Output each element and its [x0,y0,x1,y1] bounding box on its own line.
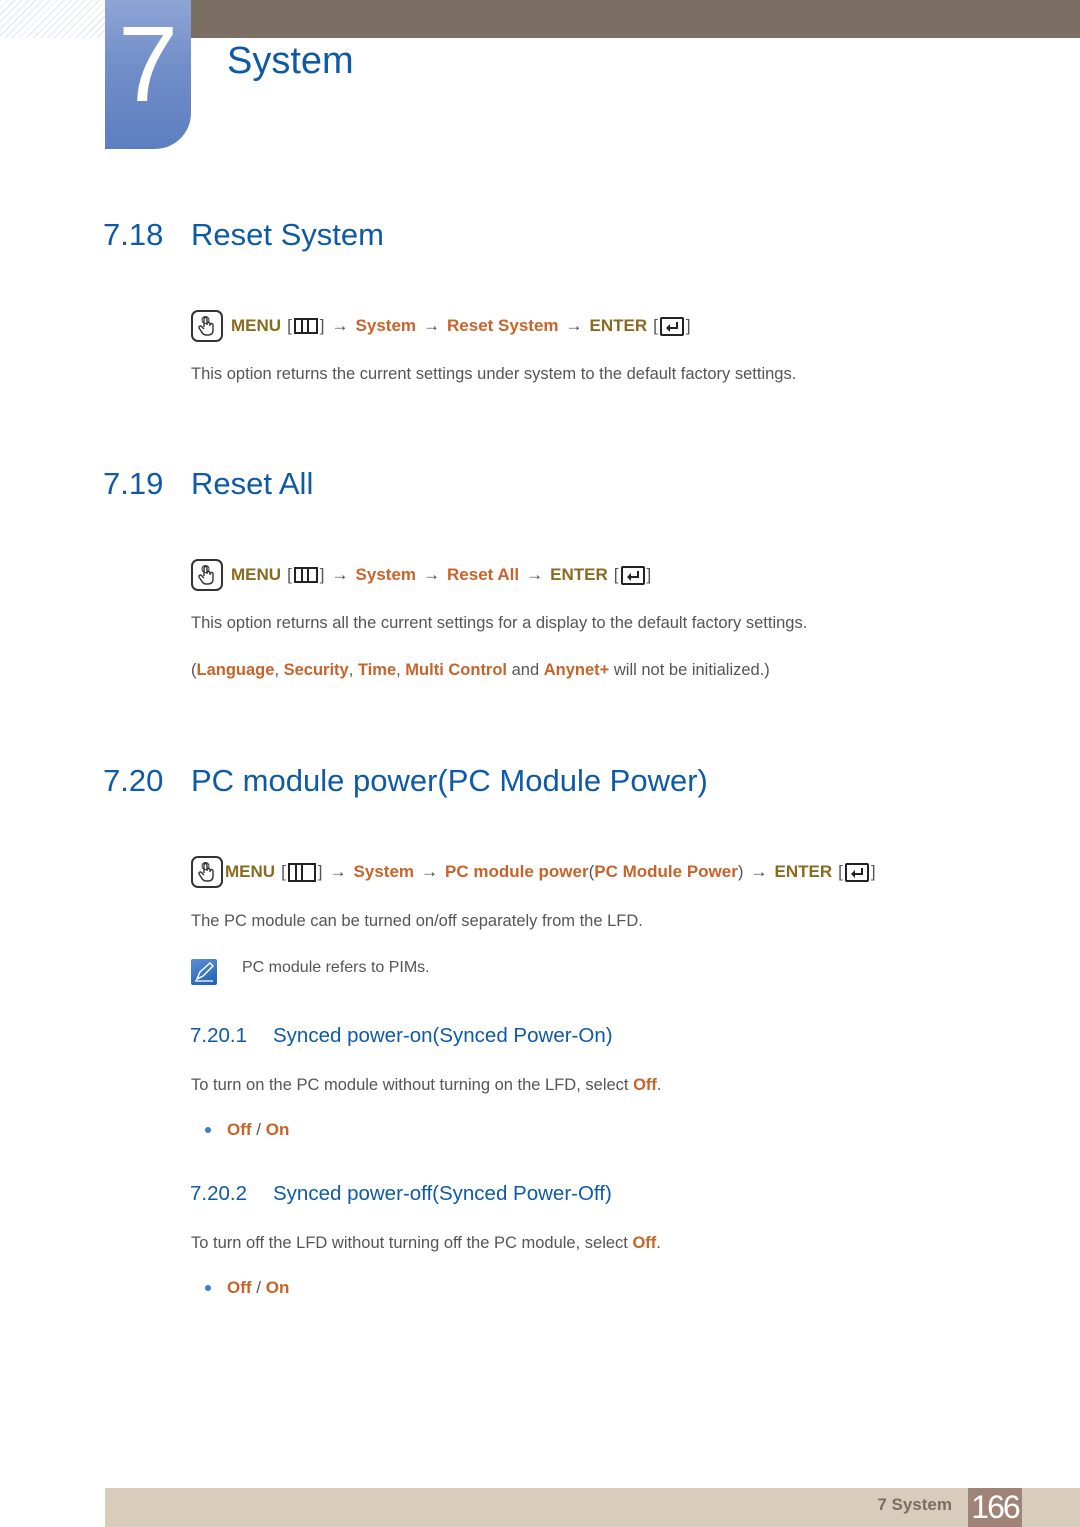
enter-return-icon [620,565,645,585]
menu-keyword: MENU [225,862,276,881]
section-body: The PC module can be turned on/off separ… [191,912,643,930]
section-heading-reset-system: 7.18 Reset System [103,217,384,253]
option-list-item: Off / On [190,1277,289,1299]
section-body: This option returns all the current sett… [191,614,808,632]
menu-path-item: System [353,862,415,881]
header-bar [190,0,1080,38]
arrow: → [750,862,768,881]
enter-return-icon [844,862,869,882]
keyword-anynet: Anynet+ [543,661,610,679]
arrow: → [331,565,349,584]
subsection-heading-synced-power-on: 7.20.1 Synced power-on(Synced Power-On) [190,1024,613,1048]
arrow: → [421,862,439,881]
header-hatch-decoration [0,0,105,38]
keyword-time: Time [357,661,397,679]
subsection-number: 7.20.1 [190,1024,247,1047]
arrow: → [423,565,441,584]
enter-keyword: ENTER [589,316,648,335]
option-list-item: Off / On [190,1119,289,1141]
bullet-icon [205,1285,211,1291]
option-off: Off [227,1120,252,1139]
menu-path-reset-system: MENU [] → System → Reset System → ENTER … [191,309,691,343]
keyword-security: Security [283,661,349,679]
keyword-off: Off [632,1234,657,1252]
bullet-icon [205,1127,211,1133]
chapter-number: 7 [117,3,179,124]
section-body: This option returns the current settings… [191,365,797,383]
menu-bars-icon [287,862,316,882]
subsection-body: To turn off the LFD without turning off … [191,1234,661,1252]
section-title: PC module power(PC Module Power) [191,763,708,798]
enter-return-icon [659,316,684,336]
menu-bars-icon [293,567,318,583]
arrow: → [526,565,544,584]
subsection-heading-synced-power-off: 7.20.2 Synced power-off(Synced Power-Off) [190,1182,612,1206]
section-heading-pc-module-power: 7.20 PC module power(PC Module Power) [103,763,708,799]
section-title: Reset All [191,466,314,501]
menu-path-item: System [355,565,417,584]
menu-path-item: PC Module Power [594,862,738,881]
subsection-title: Synced power-on(Synced Power-On) [273,1024,613,1047]
keyword-off: Off [633,1076,657,1094]
option-on: On [265,1120,290,1139]
section-title: Reset System [191,217,384,252]
chapter-title: System [227,40,354,82]
hand-pointer-icon [191,310,223,342]
arrow: → [565,316,583,335]
option-off: Off [227,1278,252,1297]
menu-path-reset-all: MENU [] → System → Reset All → ENTER [] [191,558,651,592]
footer-chapter-label: 7 System [877,1495,952,1514]
enter-keyword: ENTER [774,862,833,881]
menu-path-item: System [355,316,417,335]
menu-keyword: MENU [231,316,282,335]
menu-path-item: Reset All [447,565,520,584]
note-text: PC module refers to PIMs. [242,959,430,976]
arrow: → [423,316,441,335]
subsection-body: To turn on the PC module without turning… [191,1076,662,1094]
keyword-language: Language [196,661,275,679]
arrow: → [331,316,349,335]
note-pencil-icon [191,959,217,985]
menu-path-pc-module-power: MENU [] → System → PC module power(PC Mo… [191,855,876,889]
menu-bars-icon [293,318,318,334]
subsection-number: 7.20.2 [190,1182,247,1205]
section-number: 7.18 [103,217,164,252]
option-on: On [265,1278,290,1297]
menu-keyword: MENU [231,565,282,584]
section-number: 7.20 [103,763,164,798]
hand-pointer-icon [191,856,223,888]
page-number: 166 [968,1488,1022,1527]
chapter-tab: 7 [105,0,191,149]
section-number: 7.19 [103,466,164,501]
menu-path-item: PC module power [445,862,589,881]
keyword-multi-control: Multi Control [405,661,508,679]
arrow: → [329,862,347,881]
subsection-title: Synced power-off(Synced Power-Off) [273,1182,612,1205]
menu-path-item: Reset System [447,316,559,335]
reset-exceptions-note: (Language, Security, Time, Multi Control… [191,661,770,679]
hand-pointer-icon [191,559,223,591]
enter-keyword: ENTER [550,565,608,584]
section-heading-reset-all: 7.19 Reset All [103,466,313,502]
